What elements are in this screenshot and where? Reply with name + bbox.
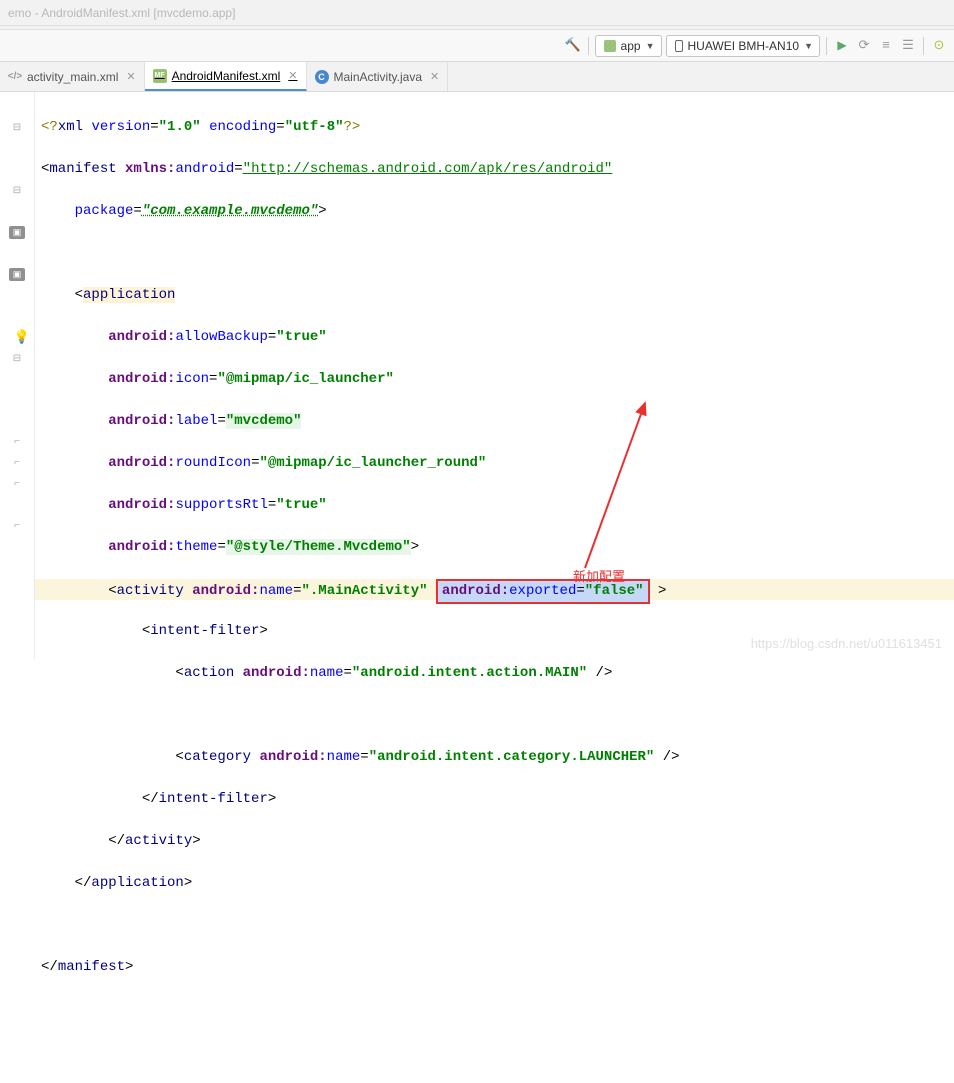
xml-file-icon: </> bbox=[8, 70, 22, 84]
fold-end-icon[interactable]: ⌐ bbox=[14, 458, 20, 469]
toolbar: 🔨 app ▼ HUAWEI BMH-AN10 ▼ ▶ ⟳ ≡ ☰ ⊙ bbox=[0, 30, 954, 62]
android-icon[interactable]: ⊙ bbox=[930, 37, 948, 55]
fold-icon[interactable]: ⊟ bbox=[13, 185, 21, 197]
fold-icon[interactable]: ⊟ bbox=[13, 122, 21, 134]
fold-end-icon[interactable]: ⌐ bbox=[14, 437, 20, 448]
device-select[interactable]: HUAWEI BMH-AN10 ▼ bbox=[666, 35, 821, 57]
hint-bulb-icon[interactable]: 💡 bbox=[14, 330, 30, 345]
close-icon[interactable]: ✕ bbox=[288, 69, 297, 82]
device-label: HUAWEI BMH-AN10 bbox=[688, 39, 800, 53]
java-file-icon: C bbox=[315, 70, 329, 84]
fold-icon[interactable]: ⊟ bbox=[13, 353, 21, 365]
image-gutter-icon[interactable]: ▣ bbox=[9, 268, 25, 281]
tab-android-manifest[interactable]: MF AndroidManifest.xml ✕ bbox=[145, 62, 307, 91]
fold-end-icon[interactable]: ⌐ bbox=[14, 521, 20, 532]
separator bbox=[588, 37, 589, 55]
phone-icon bbox=[675, 40, 683, 52]
apply-changes-icon[interactable]: ⟳ bbox=[855, 37, 873, 55]
fold-end-icon[interactable]: ⌐ bbox=[14, 479, 20, 490]
close-icon[interactable]: ✕ bbox=[126, 70, 135, 83]
tab-label: MainActivity.java bbox=[334, 70, 422, 84]
apply-code-icon[interactable]: ≡ bbox=[877, 37, 895, 55]
separator bbox=[923, 37, 924, 55]
run-icon[interactable]: ▶ bbox=[833, 37, 851, 55]
run-config-select[interactable]: app ▼ bbox=[595, 35, 662, 57]
chevron-down-icon: ▼ bbox=[804, 41, 813, 51]
config-label: app bbox=[621, 39, 641, 53]
manifest-file-icon: MF bbox=[153, 69, 167, 83]
image-gutter-icon[interactable]: ▣ bbox=[9, 226, 25, 239]
module-icon bbox=[604, 40, 616, 52]
close-icon[interactable]: ✕ bbox=[430, 70, 439, 83]
tab-activity-main[interactable]: </> activity_main.xml ✕ bbox=[0, 62, 145, 91]
build-icon[interactable]: 🔨 bbox=[564, 37, 582, 55]
tab-main-activity[interactable]: C MainActivity.java ✕ bbox=[307, 62, 449, 91]
window-title: emo - AndroidManifest.xml [mvcdemo.app] bbox=[8, 6, 235, 20]
editor-tabs: </> activity_main.xml ✕ MF AndroidManife… bbox=[0, 62, 954, 92]
annotation-label: 新加配置 bbox=[573, 566, 625, 587]
watermark: https://blog.csdn.net/u011613451 bbox=[751, 636, 942, 651]
editor: ⊟ ⊟ ▣ ▣ 💡 ⊟ ⌐ ⌐ ⌐ ⌐ <?xml version="1.0" … bbox=[0, 92, 954, 659]
separator bbox=[826, 37, 827, 55]
debug-icon[interactable]: ☰ bbox=[899, 37, 917, 55]
tab-label: activity_main.xml bbox=[27, 70, 118, 84]
gutter: ⊟ ⊟ ▣ ▣ 💡 ⊟ ⌐ ⌐ ⌐ ⌐ bbox=[0, 92, 35, 659]
title-bar: emo - AndroidManifest.xml [mvcdemo.app] bbox=[0, 0, 954, 26]
chevron-down-icon: ▼ bbox=[646, 41, 655, 51]
tab-label: AndroidManifest.xml bbox=[172, 69, 281, 83]
code-area[interactable]: <?xml version="1.0" encoding="utf-8"?> <… bbox=[35, 92, 954, 659]
